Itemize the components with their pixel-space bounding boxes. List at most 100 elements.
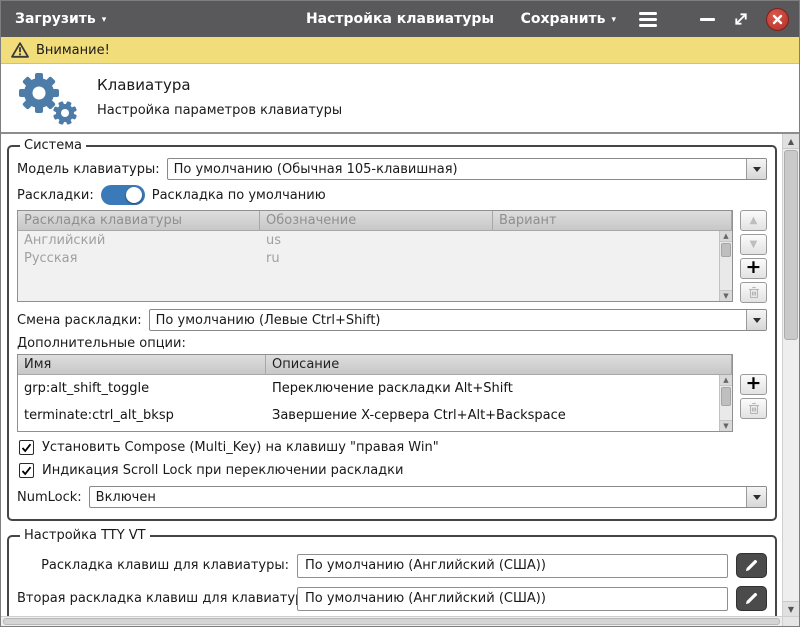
chevron-down-icon (746, 487, 766, 507)
scrollbar-thumb[interactable] (784, 150, 798, 340)
numlock-value: Включен (95, 489, 156, 505)
move-down-button: ▼ (740, 234, 767, 255)
default-layout-toggle-label: Раскладка по умолчанию (151, 187, 326, 203)
options-table-scrollbar[interactable]: ▲ ▼ (719, 375, 732, 431)
default-layout-toggle[interactable] (100, 185, 145, 205)
compose-checkbox-row[interactable]: Установить Compose (Multi_Key) на клавиш… (19, 440, 765, 455)
scroll-up-icon[interactable]: ▲ (783, 134, 799, 149)
page-title: Клавиатура (97, 76, 191, 94)
layouts-table-section: Раскладка клавиатуры Обозначение Вариант… (17, 210, 767, 303)
cell-code: ru (266, 250, 280, 266)
scroll-down-icon[interactable]: ▼ (783, 601, 799, 616)
keyboard-model-combobox[interactable]: По умолчанию (Обычная 105-клавишная) (166, 158, 767, 180)
tty-keymap-value: По умолчанию (Английский (США)) (305, 558, 546, 573)
numlock-combobox[interactable]: Включен (88, 486, 767, 508)
scroll-lock-checkbox[interactable] (19, 463, 34, 478)
layouts-table-header: Раскладка клавиатуры Обозначение Вариант (18, 211, 732, 231)
titlebar-actions: Сохранить ▾ (517, 7, 789, 31)
scroll-lock-checkbox-row[interactable]: Индикация Scroll Lock при переключении р… (19, 463, 765, 478)
trash-icon (748, 402, 759, 415)
table-row[interactable]: grp:alt_shift_toggle Переключение раскла… (18, 375, 732, 402)
load-menu-button[interactable]: Загрузить ▾ (11, 7, 110, 31)
cell-variant (493, 231, 732, 249)
column-header-description: Описание (266, 355, 732, 374)
switch-policy-label: Смена раскладки: (17, 312, 142, 328)
numlock-label: NumLock: (17, 489, 82, 505)
maximize-button[interactable] (732, 10, 750, 28)
column-header-layout: Раскладка клавиатуры (18, 211, 260, 230)
column-header-code: Обозначение (260, 211, 493, 230)
delete-layout-button (740, 282, 767, 303)
layouts-table-scrollbar[interactable]: ▲ ▼ (719, 231, 732, 301)
scrollbar-track[interactable] (783, 149, 799, 601)
scroll-down-icon[interactable]: ▼ (720, 290, 732, 301)
options-label-row: Дополнительные опции: (17, 336, 767, 351)
options-table: Имя Описание grp:alt_shift_toggle Перекл… (17, 354, 733, 432)
tty-keymap2-row: Вторая раскладка клавиш для клавиатуры: … (17, 586, 767, 611)
scroll-down-icon[interactable]: ▼ (720, 420, 732, 431)
tty-keymap2-label: Вторая раскладка клавиш для клавиатуры: (17, 591, 318, 606)
scroll-up-icon[interactable]: ▲ (720, 375, 732, 386)
switch-policy-row: Смена раскладки: По умолчанию (Левые Ctr… (17, 309, 767, 331)
checkmark-icon (21, 443, 32, 452)
tty-keymap-field[interactable]: По умолчанию (Английский (США)) (297, 553, 728, 578)
warning-bar: Внимание! (1, 37, 799, 64)
column-header-variant: Вариант (493, 211, 732, 230)
window-title: Настройка клавиатуры (305, 11, 495, 27)
cell-option-description: Переключение раскладки Alt+Shift (272, 381, 513, 396)
main-horizontal-scrollbar[interactable] (1, 616, 799, 626)
system-groupbox-legend: Система (24, 138, 83, 153)
tty-groupbox: Настройка TTY VT Раскладка клавиш для кл… (7, 528, 777, 616)
layouts-table: Раскладка клавиатуры Обозначение Вариант… (17, 210, 733, 302)
scrollbar-corner (782, 617, 799, 626)
column-header-name: Имя (18, 355, 266, 374)
close-icon (772, 14, 783, 24)
compose-checkbox[interactable] (19, 440, 34, 455)
cell-layout: Английский (24, 232, 106, 248)
app-window: Загрузить ▾ Настройка клавиатуры Сохрани… (0, 0, 800, 627)
scrollbar-thumb[interactable] (3, 618, 780, 625)
table-row: Русская ru (18, 249, 732, 267)
move-up-button: ▲ (740, 210, 767, 231)
close-button[interactable] (766, 7, 789, 31)
add-option-button[interactable]: + (740, 374, 767, 395)
tty-keymap-row: Раскладка клавиш для клавиатуры: По умол… (17, 553, 767, 578)
chevron-down-icon: ▾ (611, 15, 616, 25)
menu-icon[interactable] (636, 9, 660, 30)
scrollbar-track[interactable] (720, 386, 732, 420)
switch-policy-combobox[interactable]: По умолчанию (Левые Ctrl+Shift) (148, 309, 767, 331)
main-vertical-scrollbar[interactable]: ▲ ▼ (782, 134, 799, 616)
layouts-toggle-row: Раскладки: Раскладка по умолчанию (17, 185, 767, 205)
load-menu-label: Загрузить (15, 11, 96, 27)
cell-code: us (266, 232, 282, 248)
chevron-down-icon (746, 310, 766, 330)
module-header: Клавиатура Настройка параметров клавиату… (1, 64, 799, 132)
scrollbar-thumb[interactable] (721, 243, 731, 258)
table-row[interactable]: terminate:ctrl_alt_bksp Завершение X-сер… (18, 402, 732, 429)
scroll-up-icon[interactable]: ▲ (720, 231, 732, 242)
edit-keymap2-button[interactable] (736, 586, 767, 611)
scrollbar-thumb[interactable] (721, 387, 731, 406)
minimize-button[interactable] (698, 10, 716, 28)
table-row: Английский us (18, 231, 732, 249)
save-menu-button[interactable]: Сохранить ▾ (517, 7, 620, 31)
warning-text: Внимание! (36, 42, 110, 58)
add-layout-button[interactable]: + (740, 258, 767, 279)
warning-icon (11, 42, 29, 58)
checkmark-icon (21, 466, 32, 475)
tty-keymap2-field[interactable]: По умолчанию (Английский (США)) (297, 586, 728, 611)
numlock-row: NumLock: Включен (17, 486, 767, 508)
toggle-knob-icon (125, 187, 142, 203)
keyboard-model-value: По умолчанию (Обычная 105-клавишная) (173, 161, 458, 177)
module-header-text: Клавиатура Настройка параметров клавиату… (97, 76, 342, 118)
compose-checkbox-label: Установить Compose (Multi_Key) на клавиш… (42, 440, 439, 455)
edit-keymap-button[interactable] (736, 553, 767, 578)
save-menu-label: Сохранить (520, 11, 606, 27)
options-table-buttons: + (740, 374, 767, 419)
cell-layout: Русская (24, 250, 78, 266)
keyboard-model-label: Модель клавиатуры: (17, 161, 160, 177)
layouts-label: Раскладки: (17, 187, 94, 203)
gears-icon (19, 73, 77, 125)
scrollbar-track[interactable] (720, 242, 732, 290)
cell-variant (493, 249, 732, 267)
